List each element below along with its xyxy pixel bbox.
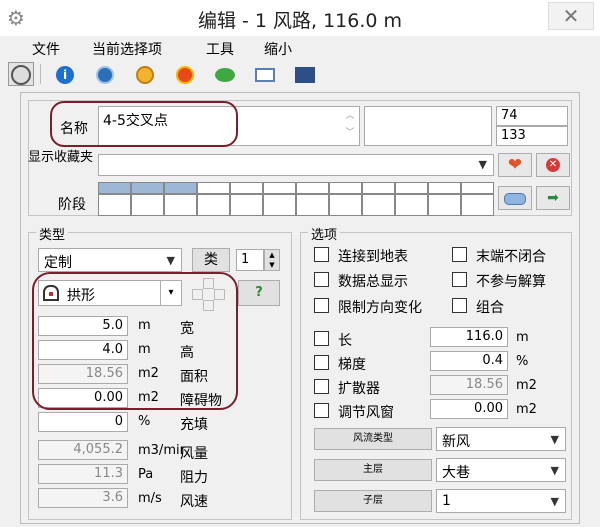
menu-file[interactable]: 文件 — [32, 39, 60, 59]
length-input[interactable]: 116.0 — [430, 327, 508, 347]
name-highlight — [50, 101, 238, 147]
type-group-title: 类型 — [36, 224, 69, 243]
diffuser-value: 18.56 — [430, 375, 508, 395]
favorite-remove-button[interactable]: ✕ — [536, 153, 570, 177]
name-extra-field[interactable] — [364, 106, 492, 146]
airflow-unit: m3/mir — [138, 443, 185, 458]
resistance-value: 11.3 — [38, 464, 128, 484]
close-icon: ✕ — [562, 4, 580, 28]
menu-tools[interactable]: 工具 — [206, 39, 234, 59]
fill-input[interactable]: 0 — [38, 412, 128, 432]
airflow-value: 4,055.2 — [38, 440, 128, 460]
limit-direction-checkbox[interactable] — [314, 298, 329, 313]
airflow-type-value: 新风 — [442, 434, 470, 450]
favorites-label: 显示收藏夹 — [28, 150, 94, 165]
close-button[interactable]: ✕ — [548, 2, 594, 30]
info-icon[interactable]: i — [52, 62, 78, 86]
pointer-icon[interactable] — [8, 62, 34, 86]
book-icon[interactable] — [252, 62, 278, 86]
fill-label: 充填 — [180, 417, 208, 433]
airflow-label: 风量 — [180, 446, 208, 462]
sub-layer-button[interactable]: 子层 — [314, 490, 432, 512]
regulator-unit: m2 — [516, 402, 537, 417]
main-layer-select[interactable]: 大巷 ▼ — [436, 458, 566, 482]
open-end-checkbox[interactable] — [452, 247, 467, 262]
shape-highlight — [32, 272, 238, 410]
stage-view-button[interactable] — [498, 186, 532, 210]
chevron-down-icon: ▼ — [550, 464, 559, 477]
options-group-title: 选项 — [308, 224, 341, 243]
swirl-icon[interactable] — [172, 62, 198, 86]
length-label: 长 — [338, 333, 352, 349]
limit-direction-label: 限制方向变化 — [338, 300, 422, 316]
connect-surface-label: 连接到地表 — [338, 249, 408, 265]
sub-layer-value: 1 — [442, 493, 451, 509]
gradient-input[interactable]: 0.4 — [430, 351, 508, 371]
gauge-icon[interactable] — [132, 62, 158, 86]
class-button[interactable]: 类 — [192, 248, 230, 272]
connect-surface-checkbox[interactable] — [314, 247, 329, 262]
exclude-solve-label: 不参与解算 — [476, 274, 546, 290]
menu-zoom-out[interactable]: 缩小 — [264, 39, 292, 59]
regulator-checkbox[interactable] — [314, 403, 329, 418]
fan-icon[interactable] — [92, 62, 118, 86]
export-arrow-icon: ➡ — [547, 190, 559, 206]
diffuser-label: 扩散器 — [338, 381, 380, 397]
help-button[interactable]: ? — [238, 280, 280, 306]
window-title: 编辑 - 1 风路, 116.0 m — [197, 10, 403, 32]
chart-icon[interactable] — [292, 62, 318, 86]
airflow-type-button[interactable]: 风流类型 — [314, 428, 432, 450]
open-end-label: 末端不闭合 — [476, 249, 546, 265]
id-field-2[interactable]: 133 — [496, 126, 568, 146]
always-show-data-label: 数据总显示 — [338, 274, 408, 290]
menu-current-selection[interactable]: 当前选择项 — [92, 39, 162, 59]
stage-grid[interactable] — [98, 182, 494, 216]
fill-unit: % — [138, 414, 151, 429]
length-unit: m — [516, 330, 529, 345]
length-checkbox[interactable] — [314, 331, 329, 346]
favorites-select[interactable]: ▼ — [98, 154, 494, 176]
combine-label: 组合 — [476, 300, 504, 316]
gradient-label: 梯度 — [338, 357, 366, 373]
velocity-label: 风速 — [180, 494, 208, 510]
main-layer-value: 大巷 — [442, 465, 470, 481]
gradient-unit: % — [516, 354, 529, 369]
favorite-add-button[interactable]: ❤ — [498, 153, 532, 177]
chevron-down-icon: ▼ — [166, 254, 175, 267]
chat-icon[interactable] — [212, 62, 238, 86]
combine-checkbox[interactable] — [452, 298, 467, 313]
toolbar-separator — [40, 64, 41, 84]
chevron-down-icon: ▼ — [550, 495, 559, 508]
chevron-down-icon: ▼ — [478, 158, 487, 171]
diffuser-unit: m2 — [516, 378, 537, 393]
name-scroll[interactable]: ︿ ﹀ — [342, 108, 358, 144]
stage-view-icon — [504, 193, 526, 205]
type-select[interactable]: 定制 ▼ — [38, 248, 182, 272]
regulator-label: 调节风窗 — [338, 405, 394, 421]
airflow-type-select[interactable]: 新风 ▼ — [436, 427, 566, 451]
resistance-unit: Pa — [138, 467, 154, 482]
spin-value[interactable]: 1 — [236, 249, 264, 271]
type-select-value: 定制 — [44, 255, 72, 271]
exclude-solve-checkbox[interactable] — [452, 272, 467, 287]
velocity-unit: m/s — [138, 491, 162, 506]
chevron-down-icon: ▼ — [550, 433, 559, 446]
diffuser-checkbox[interactable] — [314, 379, 329, 394]
spin-buttons[interactable]: ▲ ▼ — [264, 249, 280, 271]
heart-icon: ❤ — [507, 155, 523, 175]
main-layer-button[interactable]: 主层 — [314, 459, 432, 481]
regulator-input[interactable]: 0.00 — [430, 399, 508, 419]
stage-export-button[interactable]: ➡ — [536, 186, 570, 210]
always-show-data-checkbox[interactable] — [314, 272, 329, 287]
id-field-1[interactable]: 74 — [496, 106, 568, 126]
menu-bar — [0, 36, 600, 60]
sub-layer-select[interactable]: 1 ▼ — [436, 489, 566, 513]
stage-label: 阶段 — [58, 197, 86, 213]
delete-icon: ✕ — [546, 158, 560, 172]
velocity-value: 3.6 — [38, 488, 128, 508]
resistance-label: 阻力 — [180, 470, 208, 486]
gradient-checkbox[interactable] — [314, 355, 329, 370]
